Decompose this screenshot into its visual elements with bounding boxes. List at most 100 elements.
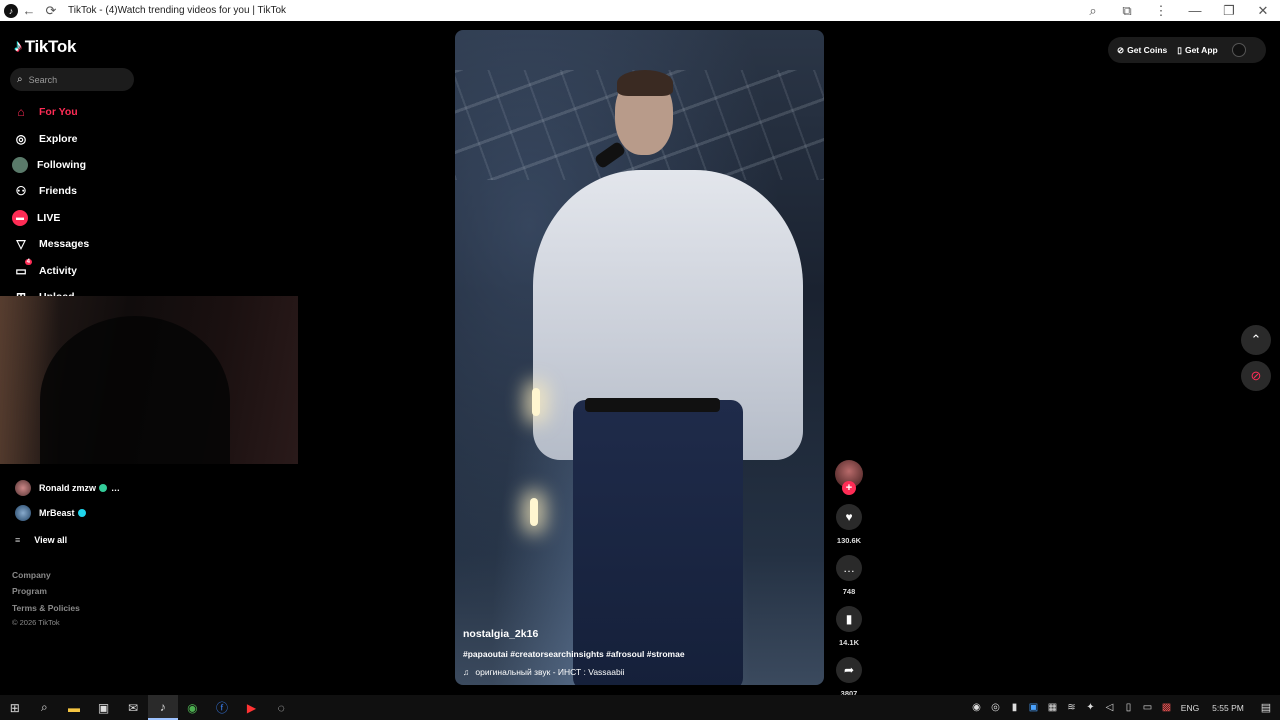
following-avatar-icon <box>12 156 28 173</box>
tiktok-taskbar-icon[interactable]: ♪ <box>147 695 178 720</box>
nav-item-live[interactable]: ▬ LIVE <box>12 205 89 231</box>
comment-action[interactable]: … 748 <box>834 555 864 596</box>
restore-button[interactable]: ❐ <box>1212 0 1246 21</box>
share-action[interactable]: ➦ 3807 <box>834 657 864 698</box>
coin-icon: ⊘ <box>1117 44 1125 55</box>
nav-item-for-you[interactable]: ⌂ For You <box>12 99 89 125</box>
video-username[interactable]: nostalgia_2k16 <box>463 628 816 640</box>
nav-item-activity[interactable]: ▭ 4 Activity <box>12 257 89 283</box>
mute-icon: ⊘ <box>1250 368 1262 383</box>
tray-app-icon[interactable]: ▣ <box>1024 695 1043 720</box>
author-avatar[interactable]: + <box>835 460 863 495</box>
follow-plus-icon[interactable]: + <box>842 481 856 495</box>
wifi-icon[interactable]: ≋ <box>1062 695 1081 720</box>
webcam-overlay <box>0 296 298 464</box>
windows-start-icon[interactable]: ⊞ <box>0 695 30 720</box>
get-coins-button[interactable]: Get Coins <box>1127 45 1167 55</box>
footer-link-terms[interactable]: Terms & Policies <box>12 600 80 616</box>
menu-dots-icon[interactable]: ⋮ <box>1144 0 1178 21</box>
battery-icon[interactable]: ▯ <box>1119 695 1138 720</box>
webcam-person <box>40 316 230 464</box>
copyright: © 2026 TikTok <box>12 618 60 628</box>
heart-icon[interactable]: ♥ <box>836 504 862 530</box>
save-count: 14.1K <box>838 638 859 647</box>
mute-button[interactable]: ⊘ <box>1241 361 1271 391</box>
windows-taskbar: ⊞ ⌕ ▬ ▣ ✉ ♪ ◉ ⓕ ▶ ◌ ◉ ◎ ▮ ▣ ▦ ≋ ✦ ◁ ▯ ▭ … <box>0 695 1280 720</box>
video-sound[interactable]: ♫ оригинальный звук - ИНСТ : Vassaabii <box>463 667 816 677</box>
video-caption: nostalgia_2k16 #papaoutai #creatorsearch… <box>463 628 816 677</box>
footer-link-program[interactable]: Program <box>12 583 80 599</box>
verified-icon <box>99 483 108 492</box>
zoom-icon[interactable]: ⌕ <box>1076 0 1110 21</box>
close-button[interactable]: ✕ <box>1246 0 1280 21</box>
performer-hair <box>617 70 673 96</box>
account-item-ronald[interactable]: Ronald zmzw … <box>15 475 120 500</box>
tray-app-icon[interactable]: ▦ <box>1043 695 1062 720</box>
notifications-icon[interactable]: ▤ <box>1252 695 1280 720</box>
language-indicator[interactable]: ENG <box>1176 695 1204 720</box>
tiktok-note-icon: ♪ <box>14 38 22 55</box>
tray-app-icon[interactable]: ◉ <box>967 695 986 720</box>
tray-app-icon[interactable]: ▩ <box>1157 695 1176 720</box>
phone-icon: ▯ <box>1177 44 1182 55</box>
nav-item-messages[interactable]: ▽ Messages <box>12 231 89 257</box>
video-hashtags[interactable]: #papaoutai #creatorsearchinsights #afros… <box>463 649 816 659</box>
main-nav: ⌂ For You ◎ Explore Following ⚇ Friends … <box>12 99 89 310</box>
mail-icon[interactable]: ✉ <box>118 695 148 720</box>
search-input[interactable]: ⌕ Search <box>10 68 134 91</box>
like-action[interactable]: ♥ 130.6K <box>834 504 864 545</box>
stage-light <box>532 388 540 416</box>
music-note-icon: ♫ <box>463 667 470 677</box>
taskbar-search-icon[interactable]: ⌕ <box>30 695 60 720</box>
account-item-mrbeast[interactable]: MrBeast <box>15 500 120 525</box>
footer-link-company[interactable]: Company <box>12 567 80 583</box>
avatar <box>15 479 31 496</box>
youtube-icon[interactable]: ▶ <box>237 695 267 720</box>
nav-item-friends[interactable]: ⚇ Friends <box>12 178 89 204</box>
store-icon[interactable]: ▣ <box>89 695 119 720</box>
share-icon[interactable]: ➦ <box>836 657 862 683</box>
compass-icon: ◎ <box>15 131 27 146</box>
app-icon[interactable]: ◌ <box>266 695 296 720</box>
video-player[interactable]: nostalgia_2k16 #papaoutai #creatorsearch… <box>455 30 824 685</box>
tray-app-icon[interactable]: ✦ <box>1081 695 1100 720</box>
window-title: TikTok - (4)Watch trending videos for yo… <box>68 5 287 16</box>
tiktok-app-icon: ♪ <box>4 3 18 18</box>
search-icon: ⌕ <box>17 74 23 85</box>
chrome-icon[interactable]: ◉ <box>178 695 208 720</box>
tray-app-icon[interactable]: ▭ <box>1138 695 1157 720</box>
system-tray: ◉ ◎ ▮ ▣ ▦ ≋ ✦ ◁ ▯ ▭ ▩ ENG 5:55 PM ▤ <box>967 695 1280 720</box>
back-icon[interactable]: ← <box>18 0 40 21</box>
friends-icon: ⚇ <box>15 184 27 199</box>
get-app-button[interactable]: Get App <box>1185 45 1218 55</box>
facebook-icon[interactable]: ⓕ <box>207 695 237 720</box>
save-action[interactable]: ▮ 14.1K <box>834 606 864 647</box>
tiktok-logo[interactable]: ♪ TikTok <box>14 37 76 57</box>
inbox-icon: ▭ 4 <box>15 258 32 278</box>
list-icon: ≡ <box>15 535 21 545</box>
clock[interactable]: 5:55 PM <box>1204 695 1252 720</box>
performer-belt <box>585 398 720 412</box>
volume-icon[interactable]: ◁ <box>1100 695 1119 720</box>
microphone-icon[interactable]: ▮ <box>1005 695 1024 720</box>
extensions-icon[interactable]: ⧉ <box>1110 0 1144 21</box>
stage-light <box>530 498 538 526</box>
send-icon: ▽ <box>16 237 26 252</box>
comment-icon[interactable]: … <box>836 555 862 581</box>
tray-app-icon[interactable]: ◎ <box>986 695 1005 720</box>
file-explorer-icon[interactable]: ▬ <box>59 695 89 720</box>
nav-item-explore[interactable]: ◎ Explore <box>12 125 89 151</box>
bookmark-icon[interactable]: ▮ <box>836 606 862 632</box>
like-count: 130.6K <box>836 536 862 545</box>
view-all-link[interactable]: ≡ View all <box>15 525 120 555</box>
sidebar-footer: Company Program Terms & Policies © 2026 … <box>12 567 80 630</box>
live-icon: ▬ <box>12 209 28 226</box>
previous-video-button[interactable]: ⌃ <box>1241 325 1271 355</box>
video-actions: + ♥ 130.6K … 748 ▮ 14.1K ➦ 3807 <box>834 460 864 698</box>
reload-icon[interactable]: ⟳ <box>40 0 62 21</box>
home-icon: ⌂ <box>17 105 25 120</box>
nav-item-following[interactable]: Following <box>12 152 89 178</box>
profile-avatar[interactable] <box>1231 43 1246 57</box>
chevron-up-icon: ⌃ <box>1250 332 1262 347</box>
minimize-button[interactable]: — <box>1178 0 1212 21</box>
